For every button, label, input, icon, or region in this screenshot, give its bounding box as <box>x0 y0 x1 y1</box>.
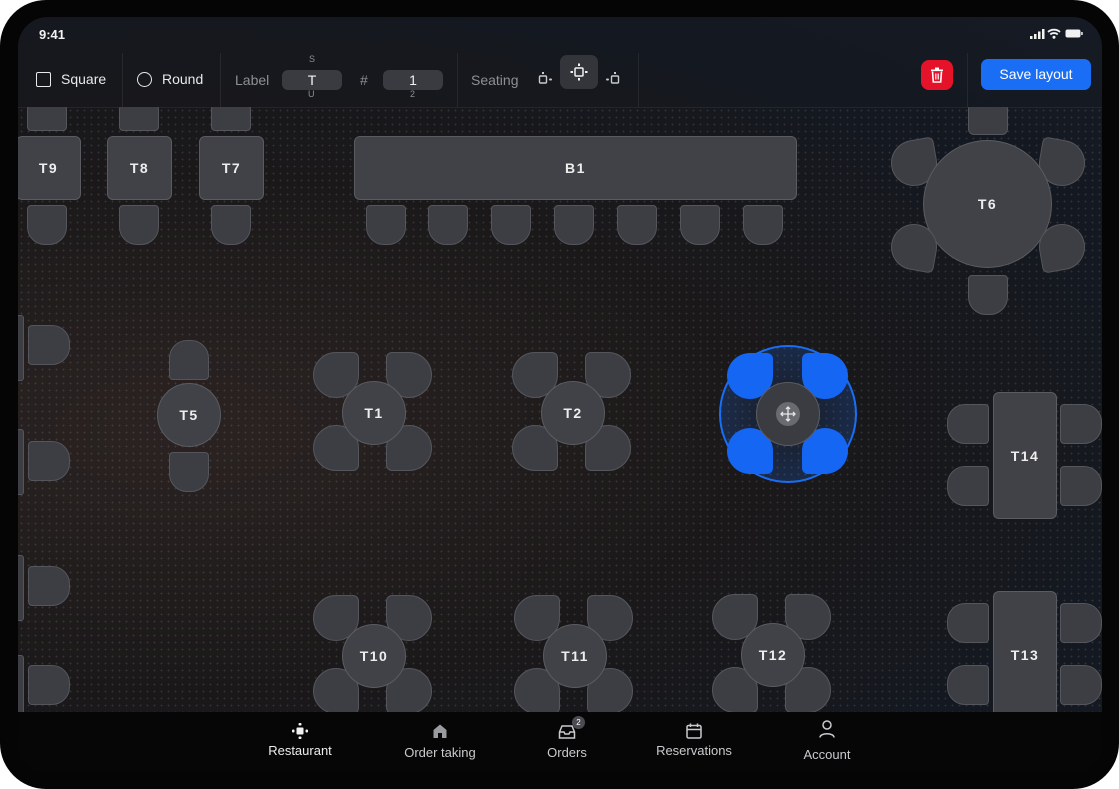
label-next-value: U <box>308 89 315 99</box>
table-t2[interactable]: T2 <box>541 381 605 445</box>
chair <box>428 205 468 245</box>
round-label: Round <box>162 71 204 87</box>
chair <box>28 441 70 481</box>
chair <box>18 555 24 621</box>
tablet-frame: 9:41 Square Round Label S T U # 1 2 Seat… <box>0 0 1119 789</box>
seating-all-option[interactable] <box>560 55 598 89</box>
chair <box>18 655 24 712</box>
chair <box>119 107 159 131</box>
chair <box>947 466 989 506</box>
table-t14[interactable]: T14 <box>993 392 1057 519</box>
nav-reservations[interactable]: Reservations <box>629 712 759 772</box>
nav-label: Reservations <box>656 743 732 758</box>
shape-round-option[interactable]: Round <box>137 67 203 91</box>
chair <box>169 340 209 380</box>
divider <box>220 53 221 107</box>
nav-account[interactable]: Account <box>762 712 892 772</box>
save-layout-button[interactable]: Save layout <box>981 59 1091 90</box>
table-t13[interactable]: T13 <box>993 591 1057 712</box>
restaurant-icon <box>292 723 308 739</box>
seating-all-icon <box>570 63 588 81</box>
floor-plan[interactable]: T9 T8 T7 B1 T6 T5 T1 T2 T14 T10 T11 T12 … <box>18 107 1102 712</box>
nav-label: Order taking <box>404 745 476 760</box>
label-field-label: Label <box>235 72 270 88</box>
table-t1[interactable]: T1 <box>342 381 406 445</box>
chair <box>27 107 67 131</box>
square-icon <box>36 71 51 87</box>
table-t8[interactable]: T8 <box>107 136 172 200</box>
screen: 9:41 Square Round Label S T U # 1 2 Seat… <box>18 17 1102 772</box>
chair <box>947 603 989 643</box>
chair <box>947 404 989 444</box>
chair <box>491 205 531 245</box>
chair <box>18 429 24 495</box>
chair <box>1060 404 1102 444</box>
chair <box>28 665 70 705</box>
divider <box>967 53 968 107</box>
home-icon <box>433 724 447 738</box>
label-stepper[interactable]: T <box>282 70 342 90</box>
chair <box>743 205 783 245</box>
seating-right-icon[interactable] <box>603 70 621 88</box>
chair <box>1060 603 1102 643</box>
nav-label: Orders <box>547 745 587 760</box>
orders-badge: 2 <box>572 716 585 729</box>
bottom-navigation: Restaurant Order taking 2 Orders Reserva… <box>18 712 1102 772</box>
battery-icon <box>1065 29 1083 38</box>
selected-table[interactable] <box>756 382 820 446</box>
chair <box>27 205 67 245</box>
square-label: Square <box>61 71 107 87</box>
chair <box>680 205 720 245</box>
divider <box>638 53 639 107</box>
table-t7[interactable]: T7 <box>199 136 264 200</box>
chair <box>169 452 209 492</box>
chair <box>18 315 24 381</box>
seating-left-icon[interactable] <box>537 70 555 88</box>
chair <box>211 205 251 245</box>
number-stepper[interactable]: 1 <box>383 70 443 90</box>
nav-label: Account <box>803 747 851 762</box>
chair <box>119 205 159 245</box>
table-t12[interactable]: T12 <box>741 623 805 687</box>
label-prev-value: S <box>309 54 316 64</box>
chair <box>1060 665 1102 705</box>
table-t6[interactable]: T6 <box>923 140 1052 268</box>
table-t9[interactable]: T9 <box>18 136 81 200</box>
chair <box>28 325 70 365</box>
status-bar: 9:41 <box>18 17 1102 53</box>
circle-icon <box>137 71 152 87</box>
chair <box>617 205 657 245</box>
number-next-value: 2 <box>410 89 416 99</box>
status-time: 9:41 <box>39 27 66 42</box>
shape-square-option[interactable]: Square <box>36 67 106 91</box>
person-icon <box>819 720 835 738</box>
chair <box>968 275 1008 315</box>
chair <box>366 205 406 245</box>
chair <box>947 665 989 705</box>
bar-b1[interactable]: B1 <box>354 136 797 200</box>
trash-icon <box>931 67 943 83</box>
calendar-icon <box>686 723 702 739</box>
nav-order-taking[interactable]: Order taking <box>375 712 505 772</box>
move-handle[interactable] <box>776 402 800 426</box>
nav-restaurant[interactable]: Restaurant <box>235 712 365 772</box>
number-field-label: # <box>360 72 368 88</box>
delete-button[interactable] <box>921 60 953 90</box>
table-t5[interactable]: T5 <box>157 383 221 447</box>
table-t11[interactable]: T11 <box>543 624 607 688</box>
wifi-icon <box>1047 28 1061 39</box>
chair <box>554 205 594 245</box>
move-icon <box>780 406 796 422</box>
divider <box>457 53 458 107</box>
chair <box>211 107 251 131</box>
divider <box>122 53 123 107</box>
chair <box>28 566 70 606</box>
chair <box>1060 466 1102 506</box>
signal-icon <box>1030 29 1045 39</box>
table-t10[interactable]: T10 <box>342 624 406 688</box>
nav-orders[interactable]: 2 Orders <box>502 712 632 772</box>
nav-label: Restaurant <box>268 743 332 758</box>
chair <box>968 107 1008 135</box>
seating-label: Seating <box>471 72 519 88</box>
